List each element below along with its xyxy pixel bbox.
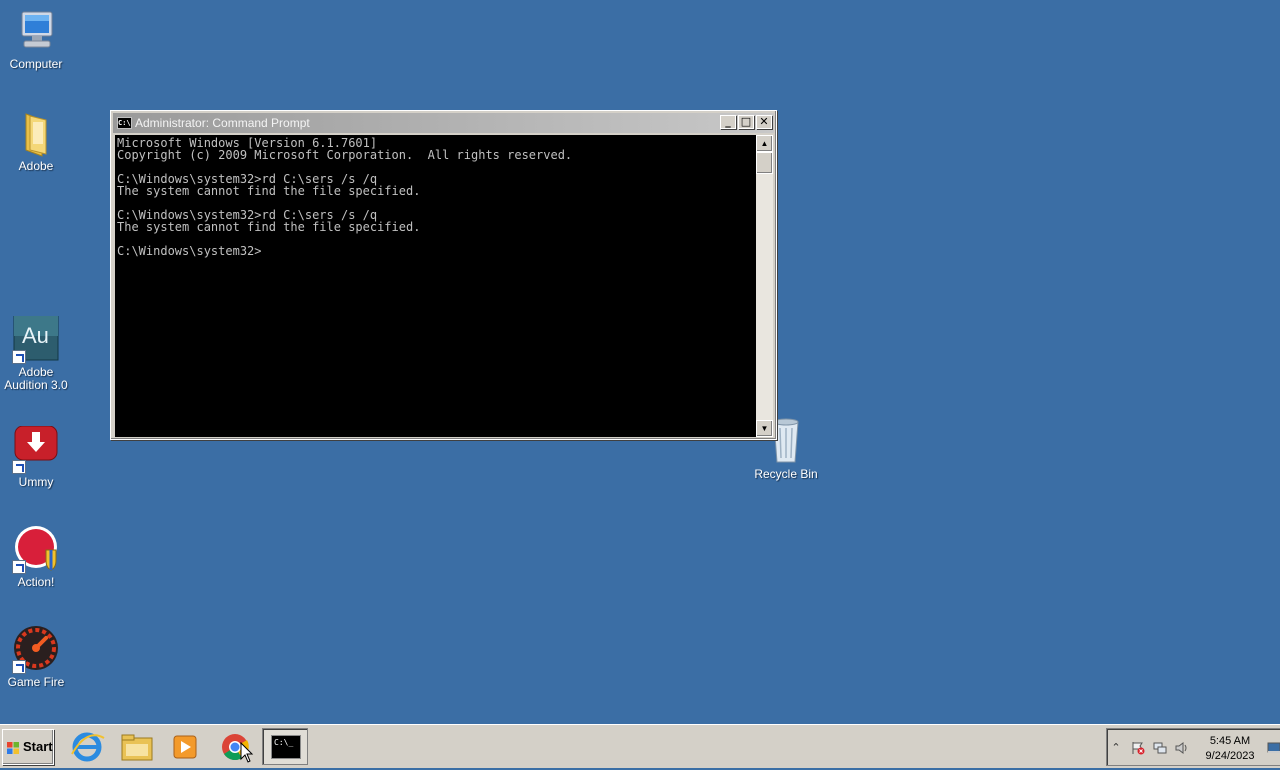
clock-date: 9/24/2023 [1205,750,1255,762]
adobe-audition-icon: Au [12,315,60,364]
maximize-button[interactable]: □ [738,115,754,129]
desktop-icon-adobe-audition[interactable]: Au Adobe Audition 3.0 [0,315,72,392]
network-icon[interactable] [1153,741,1167,755]
folder-icon [12,110,60,158]
desktop-icon-ummy[interactable]: Ummy [0,425,72,489]
shortcut-arrow-icon [12,560,26,574]
taskbar-item-media-player[interactable] [162,728,208,765]
taskbar-item-chrome[interactable] [212,728,258,765]
shortcut-arrow-icon [12,460,26,474]
minimize-button[interactable]: _ [720,115,736,129]
vertical-scrollbar[interactable]: ▲ ▼ [756,135,773,437]
console-line: Copyright (c) 2009 Microsoft Corporation… [117,148,573,162]
desktop-icon-computer[interactable]: Computer [0,8,72,71]
window-title: Administrator: Command Prompt [135,116,310,130]
desktop-icon-game-fire[interactable]: Game Fire [0,626,72,689]
ummy-icon [12,425,60,474]
mouse-cursor-icon [240,742,254,763]
console-line: The system cannot find the file specifie… [117,184,421,198]
desktop-icon-label: Adobe [18,159,54,173]
internet-explorer-icon [71,732,105,762]
start-label: Start [23,739,53,754]
system-tray: ⌃ 5:45 AM 9/24/2023 [1106,728,1280,766]
taskbar: Start C:\_ ⌃ 5:45 AM 9/24/2023 [0,724,1280,768]
desktop-icon-label: Game Fire [7,675,65,689]
audition-glyph-text: Au [22,323,49,348]
desktop: Computer Adobe Au Adobe Audition 3.0 Umm… [0,0,1280,724]
shortcut-arrow-icon [12,350,26,364]
desktop-icon-label-line2: Audition 3.0 [4,378,68,392]
shortcut-arrow-icon [12,660,26,674]
desktop-icon-adobe-folder[interactable]: Adobe [0,110,72,173]
computer-icon [12,8,60,56]
windows-logo-icon [7,742,19,754]
close-button[interactable]: ✕ [756,115,772,129]
action-icon [12,526,60,574]
show-hidden-icons-button[interactable]: ⌃ [1109,741,1123,755]
desktop-icon-label: Recycle Bin [754,467,818,481]
scroll-down-button[interactable]: ▼ [756,420,773,437]
show-desktop-icon[interactable] [1267,741,1280,755]
taskbar-item-internet-explorer[interactable] [64,728,110,765]
clock[interactable]: 5:45 AM 9/24/2023 [1197,734,1263,764]
desktop-icon-label: Computer [9,57,63,71]
media-player-icon [173,735,197,759]
game-fire-icon [12,626,60,674]
desktop-icon-label: Action! [17,575,55,589]
taskbar-item-command-prompt[interactable]: C:\_ [262,728,308,765]
start-button[interactable]: Start [2,729,54,765]
console-line: C:\Windows\system32> [117,244,262,258]
taskbar-item-windows-explorer[interactable] [114,728,160,765]
desktop-icon-label: Ummy [18,475,54,489]
windows-explorer-icon [121,734,153,761]
clock-time: 5:45 AM [1209,735,1251,747]
command-prompt-icon: C:\_ [271,735,301,759]
desktop-icon-action[interactable]: Action! [0,526,72,589]
scroll-up-button[interactable]: ▲ [756,135,773,152]
action-center-flag-icon[interactable] [1131,741,1145,755]
volume-icon[interactable] [1175,741,1189,755]
window-titlebar[interactable]: C:\ Administrator: Command Prompt _ □ ✕ [113,113,774,133]
console-output[interactable]: Microsoft Windows [Version 6.1.7601] Copy… [115,135,756,437]
scroll-thumb[interactable] [756,152,773,174]
console-line: The system cannot find the file specifie… [117,220,421,234]
command-prompt-window[interactable]: C:\ Administrator: Command Prompt _ □ ✕ … [110,110,777,440]
command-prompt-icon: C:\ [117,117,132,129]
